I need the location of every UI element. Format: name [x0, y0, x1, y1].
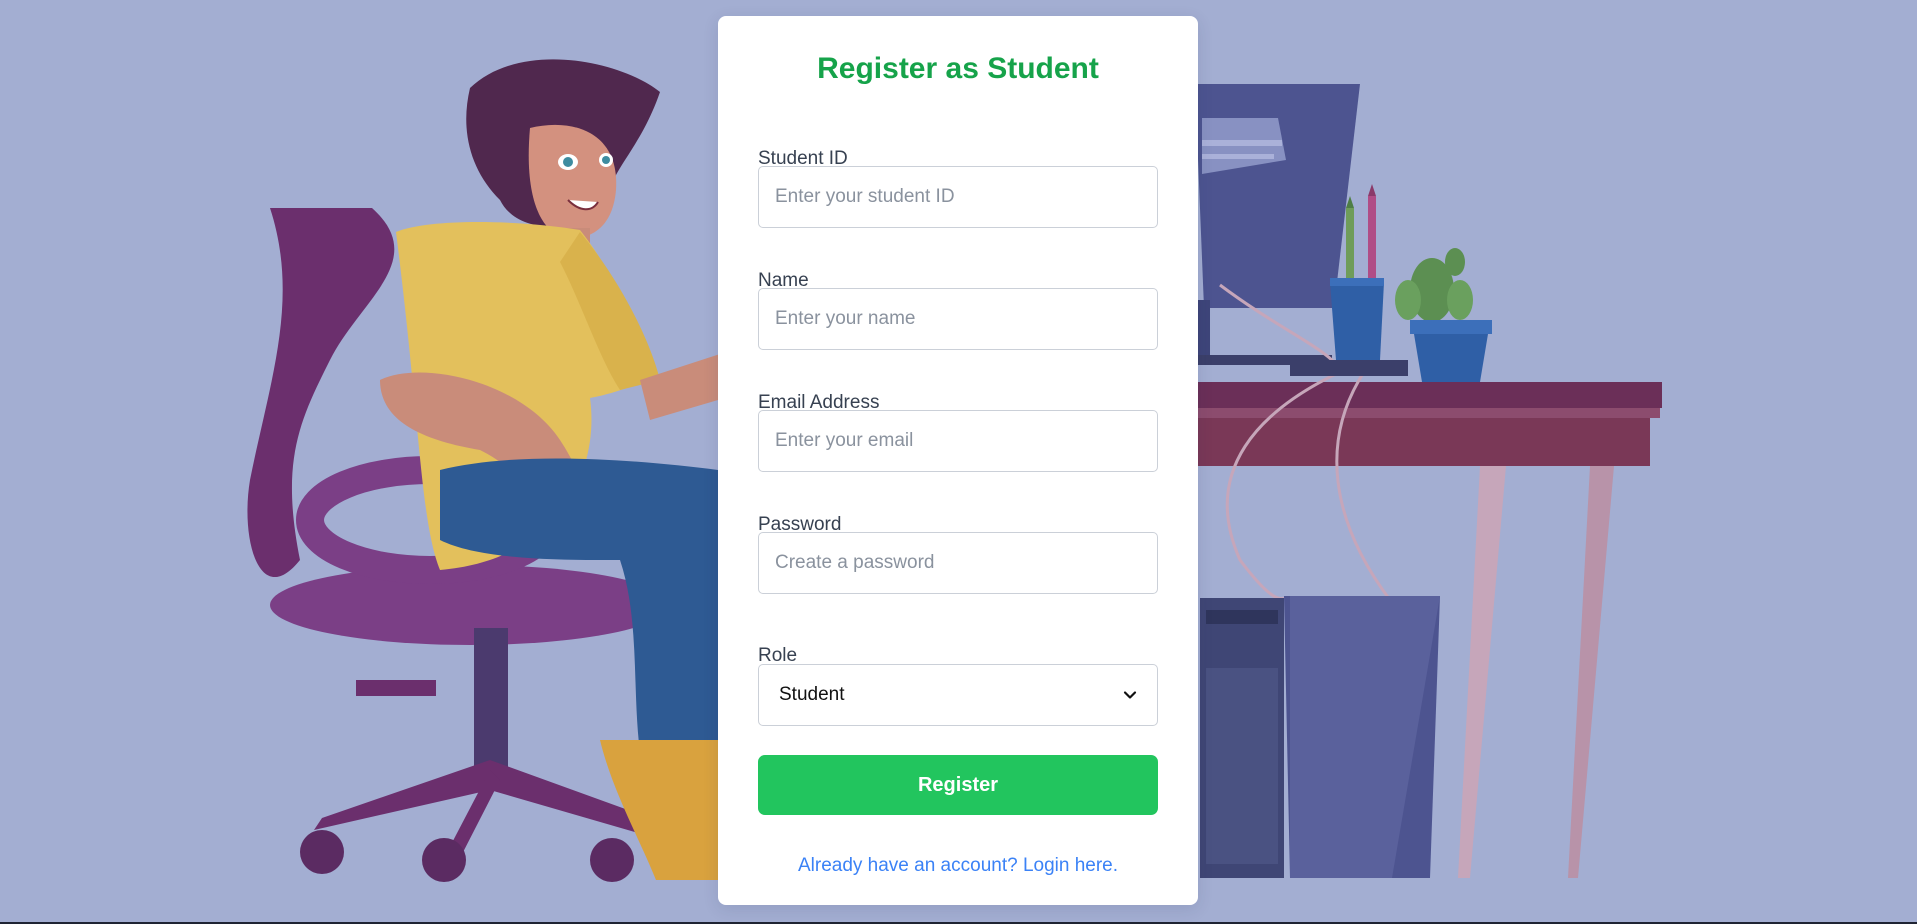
role-select-value: Student [779, 684, 845, 705]
email-input[interactable] [758, 410, 1158, 472]
name-input[interactable] [758, 288, 1158, 350]
student-id-input[interactable] [758, 166, 1158, 228]
keyboard-illustration [1290, 360, 1408, 376]
register-card: Register as Student Student ID Name Emai… [718, 16, 1198, 905]
chevron-down-icon [1123, 691, 1137, 699]
register-button[interactable]: Register [758, 755, 1158, 815]
page-title: Register as Student [817, 52, 1099, 85]
role-select[interactable]: Student [758, 664, 1158, 726]
computer-tower-illustration [1200, 596, 1440, 878]
login-link[interactable]: Already have an account? Login here. [718, 856, 1198, 875]
role-label: Role [758, 645, 798, 666]
password-input[interactable] [758, 532, 1158, 594]
